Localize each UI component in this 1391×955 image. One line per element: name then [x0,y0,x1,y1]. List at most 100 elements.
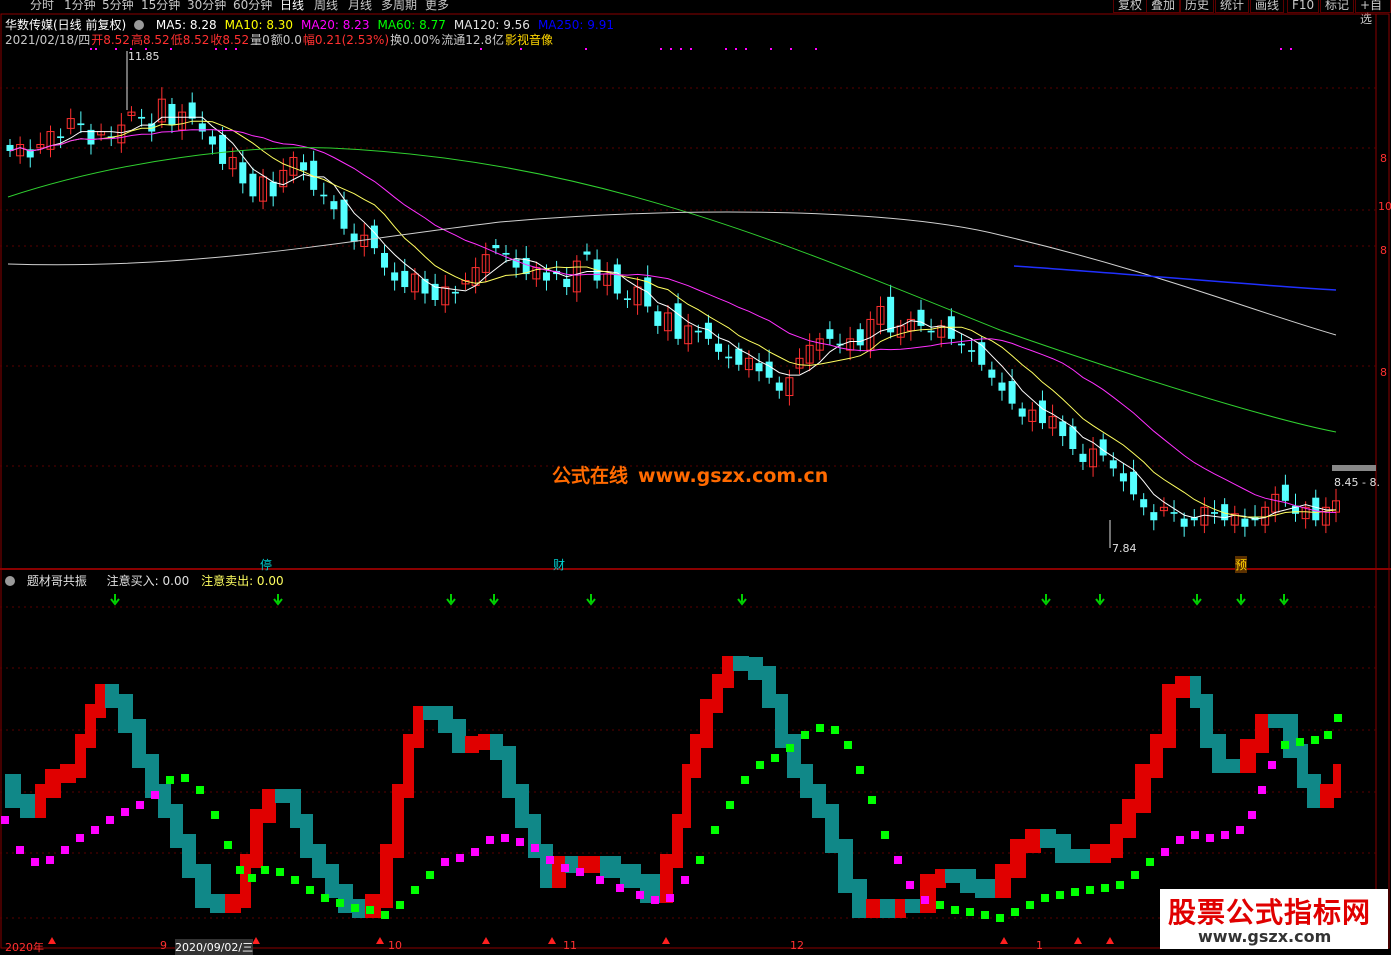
oscillator-fast-bar [712,674,723,713]
oscillator-slow-dot [1191,831,1199,839]
oscillator-fast-bar [775,694,788,748]
oscillator-fast-bar [866,899,881,918]
oscillator-fast-bar [995,864,1011,898]
candle-body [320,194,328,197]
oscillator-fast-bar [1283,714,1298,758]
oscillator-slow-dot [411,886,419,894]
oscillator-slow-dot [396,901,404,909]
oscillator-slow-dot [881,831,889,839]
dot-marker [170,48,172,50]
quote-field: 影视音像 [504,33,553,47]
oscillator-slow-dot [951,906,959,914]
oscillator-fast-bar [182,834,196,878]
oscillator-fast-bar [935,869,946,888]
oscillator-fast-bar [1190,676,1201,708]
oscillator-slow-dot [1206,834,1214,842]
candle-body [1109,460,1117,469]
signal-triangle-icon [252,937,260,944]
settings-toggle-icon[interactable] [134,20,145,30]
oscillator-fast-bar [95,684,106,718]
oscillator-slow-dot [456,854,464,862]
oscillator-fast-bar [700,699,713,748]
candle-body [57,136,65,139]
ma120-line [7,211,1337,336]
candle-body [775,382,783,391]
oscillator-fast-bar [132,719,146,768]
oscillator-slow-dot [91,826,99,834]
candle-body [188,102,196,119]
oscillator-slow-dot [136,801,144,809]
finance-marker[interactable]: 财 [553,556,565,573]
buy-arrow-icon [110,594,120,606]
candle-body [755,363,763,372]
oscillator-fast-bar [413,706,424,748]
oscillator-slow-dot [921,896,929,904]
candle-body [1008,381,1016,404]
oscillator-fast-bar [105,684,119,708]
dot-marker [745,48,747,50]
candle-body [856,329,864,346]
indicator-name[interactable]: 题材哥共振 [27,574,87,588]
oscillator-fast-bar [905,899,921,913]
oscillator-fast-bar [880,899,896,918]
oscillator-slow-dot [351,904,359,912]
stock-title: 华数传媒(日线 前复权) [5,18,127,32]
oscillator-fast-bar [325,864,339,898]
axis-label: 10 [1378,200,1391,213]
dot-marker [680,48,682,50]
oscillator-fast-bar [852,879,867,918]
oscillator-fast-bar [60,764,76,783]
oscillator-fast-bar [290,789,301,828]
oscillator-slow-dot [1131,871,1139,879]
candle-body [957,343,965,346]
oscillator-slow-dot [596,876,604,884]
candle-body [269,181,277,197]
suspend-marker[interactable]: 停 [260,556,272,573]
dot-marker [770,48,772,50]
oscillator-fast-bar [812,784,826,818]
oscillator-fast-bar [195,864,211,908]
oscillator-slow-dot [651,896,659,904]
forecast-marker[interactable]: 预 [1235,556,1248,573]
oscillator-fast-bar [682,764,691,828]
candle-body [219,134,227,164]
oscillator-fast-bar [392,784,404,858]
oscillator-fast-bar [1070,849,1091,863]
oscillator-fast-bar [540,844,553,888]
oscillator-slow-dot [696,856,704,864]
oscillator-fast-bar [158,784,171,818]
indicator-header: 题材哥共振 注意买入: 0.00 注意卖出: 0.00 [5,572,292,589]
oscillator-fast-bar [1010,839,1026,878]
ma-legend-item: MA60: 8.77 [377,18,446,32]
oscillator-slow-dot [211,811,219,819]
candle-body [492,245,500,249]
candle-body [694,330,702,333]
oscillator-fast-bar [748,657,763,680]
oscillator-slow-dot [636,891,644,899]
oscillator-fast-bar [920,874,936,913]
oscillator-slow-dot [291,876,299,884]
ma60-line [7,147,1337,433]
candle-body [239,162,247,184]
buy-arrow-icon [1041,594,1051,606]
oscillator-fast-bar [452,719,466,753]
dot-marker [95,48,97,50]
dot-marker [225,48,227,50]
oscillator-fast-bar [960,869,976,893]
axis-label: 8 [1380,152,1387,165]
candle-body [613,264,621,294]
oscillator-fast-bar [250,809,263,868]
buy-arrow-icon [1279,594,1289,606]
buy-arrow-icon [273,594,283,606]
oscillator-slow-dot [561,864,569,872]
indicator-toggle-icon[interactable] [5,576,15,586]
oscillator-slow-dot [936,901,944,909]
dot-marker [725,48,727,50]
watermark-url: www.gszx.com.cn [638,465,829,487]
date-label: 1 [1036,939,1043,952]
oscillator-fast-bar [733,656,749,671]
ma-legend: MA5: 8.28 MA10: 8.30 MA20: 8.23 MA60: 8.77 M… [152,18,618,32]
oscillator-slow-dot [801,731,809,739]
ma20-line [9,129,1337,513]
oscillator-slow-dot [16,846,24,854]
